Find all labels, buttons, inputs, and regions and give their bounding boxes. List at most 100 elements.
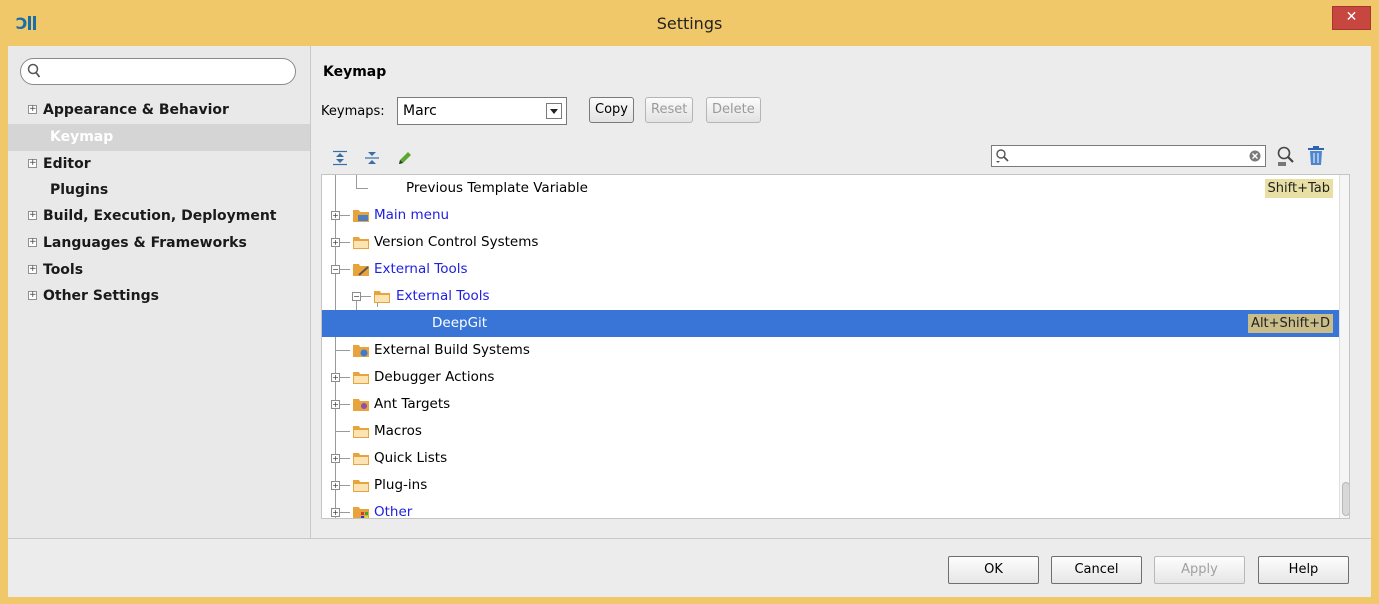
- shortcut-badge: Alt+Shift+D: [1248, 314, 1333, 333]
- window-title: Settings: [656, 14, 723, 33]
- apply-button[interactable]: Apply: [1154, 556, 1245, 584]
- sidebar-item-label: Tools: [43, 262, 84, 278]
- sidebar-item-label: Appearance & Behavior: [43, 102, 229, 118]
- sidebar-item-appearance-behavior[interactable]: + Appearance & Behavior: [8, 97, 310, 124]
- sidebar-item-editor[interactable]: + Editor: [8, 151, 310, 178]
- shortcut-filter-input[interactable]: [991, 145, 1266, 167]
- settings-body: + Appearance & Behavior Keymap + Editor …: [8, 46, 1371, 597]
- tree-row-label: Previous Template Variable: [406, 180, 588, 196]
- search-icon: [996, 149, 1009, 163]
- help-button[interactable]: Help: [1258, 556, 1349, 584]
- expand-icon[interactable]: +: [331, 373, 340, 382]
- tree-row[interactable]: Previous Template Variable Shift+Tab: [322, 175, 1339, 202]
- sidebar-item-languages-frameworks[interactable]: + Languages & Frameworks: [8, 230, 310, 257]
- tree-guide-line: [340, 404, 350, 405]
- keymap-action-tree[interactable]: Previous Template Variable Shift+Tab + M…: [321, 174, 1350, 519]
- expand-icon[interactable]: +: [331, 454, 340, 463]
- collapse-all-icon[interactable]: [364, 150, 380, 166]
- delete-button[interactable]: Delete: [706, 97, 761, 123]
- tree-row[interactable]: − External Tools: [322, 256, 1339, 283]
- expand-icon[interactable]: +: [28, 238, 37, 247]
- sidebar-item-build-execution-deployment[interactable]: + Build, Execution, Deployment: [8, 203, 310, 230]
- tree-row-label: Main menu: [374, 207, 450, 223]
- sidebar-item-keymap[interactable]: Keymap: [8, 124, 310, 151]
- tree-guide-line: [340, 485, 350, 486]
- expand-icon[interactable]: +: [331, 508, 340, 517]
- tree-row-label: Ant Targets: [374, 396, 451, 412]
- keymap-select[interactable]: Marc: [397, 97, 567, 125]
- sidebar-item-label: Languages & Frameworks: [43, 235, 247, 251]
- trash-icon[interactable]: [1307, 145, 1325, 167]
- tree-row[interactable]: + Quick Lists: [322, 445, 1339, 472]
- external-tools-icon: [353, 264, 369, 276]
- expand-icon[interactable]: +: [331, 481, 340, 490]
- collapse-icon[interactable]: −: [331, 265, 340, 274]
- sidebar-item-label: Plugins: [50, 182, 109, 198]
- tree-guide-line: [340, 458, 350, 459]
- expand-icon[interactable]: +: [331, 238, 340, 247]
- expand-icon[interactable]: +: [331, 400, 340, 409]
- sidebar-item-other-settings[interactable]: + Other Settings: [8, 283, 310, 310]
- collapse-icon[interactable]: −: [352, 292, 361, 301]
- clear-icon[interactable]: [1249, 150, 1261, 162]
- expand-icon[interactable]: +: [28, 265, 37, 274]
- vertical-scrollbar[interactable]: [1339, 175, 1349, 518]
- ok-button[interactable]: OK: [948, 556, 1039, 584]
- sidebar-item-tools[interactable]: + Tools: [8, 257, 310, 284]
- tree-row[interactable]: Macros: [322, 418, 1339, 445]
- tree-row[interactable]: + Debugger Actions: [322, 364, 1339, 391]
- ant-targets-icon: [353, 399, 369, 411]
- expand-icon[interactable]: +: [28, 105, 37, 114]
- folder-icon: [353, 480, 369, 492]
- title-bar[interactable]: Ͻ Settings ✕: [0, 0, 1379, 46]
- tree-guide-line: [340, 269, 350, 270]
- keymaps-label: Keymaps:: [321, 104, 385, 119]
- settings-sidebar: + Appearance & Behavior Keymap + Editor …: [8, 46, 311, 538]
- tree-row[interactable]: + Plug-ins: [322, 472, 1339, 499]
- tree-row[interactable]: + Version Control Systems: [322, 229, 1339, 256]
- folder-icon: [374, 291, 390, 303]
- tree-guide-line: [361, 296, 371, 297]
- keymap-panel: Keymap Keymaps: Marc Copy Reset Delete P…: [311, 46, 1371, 538]
- expand-icon[interactable]: +: [28, 159, 37, 168]
- expand-icon[interactable]: +: [28, 211, 37, 220]
- folder-icon: [353, 453, 369, 465]
- chevron-down-icon[interactable]: [546, 103, 562, 119]
- cancel-button[interactable]: Cancel: [1051, 556, 1142, 584]
- tree-row-label: Quick Lists: [374, 450, 448, 466]
- shortcut-badge: Shift+Tab: [1264, 179, 1333, 198]
- sidebar-item-label: Keymap: [50, 129, 114, 145]
- expand-icon[interactable]: +: [331, 211, 340, 220]
- copy-button[interactable]: Copy: [589, 97, 634, 123]
- search-icon: [27, 63, 41, 78]
- expand-all-icon[interactable]: [332, 150, 348, 166]
- sidebar-item-label: Build, Execution, Deployment: [43, 208, 277, 224]
- tree-row[interactable]: + Ant Targets: [322, 391, 1339, 418]
- settings-search-input[interactable]: [20, 58, 296, 85]
- tree-row[interactable]: + Main menu: [322, 202, 1339, 229]
- other-group-icon: [353, 507, 369, 518]
- tree-row-label: Macros: [374, 423, 422, 439]
- tree-row-selected[interactable]: DeepGit Alt+Shift+D: [322, 310, 1339, 337]
- scrollbar-thumb[interactable]: [1342, 482, 1349, 516]
- reset-button[interactable]: Reset: [645, 97, 694, 123]
- tree-guide-line: [340, 215, 350, 216]
- sidebar-item-label: Editor: [43, 156, 91, 172]
- tree-row-label: Version Control Systems: [374, 234, 539, 250]
- tree-row[interactable]: − External Tools: [322, 283, 1339, 310]
- tree-guide-line: [340, 377, 350, 378]
- expand-icon[interactable]: +: [28, 291, 37, 300]
- sidebar-item-label: Other Settings: [43, 288, 159, 304]
- main-menu-icon: [353, 210, 369, 222]
- tree-row-label: Debugger Actions: [374, 369, 495, 385]
- edit-pencil-icon[interactable]: [397, 150, 413, 166]
- tree-guide-line: [340, 512, 350, 513]
- tree-row-label: Other: [374, 504, 413, 519]
- tree-row[interactable]: + Other: [322, 499, 1339, 519]
- find-by-shortcut-icon[interactable]: [1276, 145, 1296, 167]
- sidebar-item-plugins[interactable]: Plugins: [8, 177, 310, 204]
- tree-row[interactable]: External Build Systems: [322, 337, 1339, 364]
- settings-window: Ͻ Settings ✕ + Appearance & Behavior Key…: [0, 0, 1379, 604]
- tree-row-label: External Tools: [374, 261, 468, 277]
- close-button[interactable]: ✕: [1332, 6, 1371, 30]
